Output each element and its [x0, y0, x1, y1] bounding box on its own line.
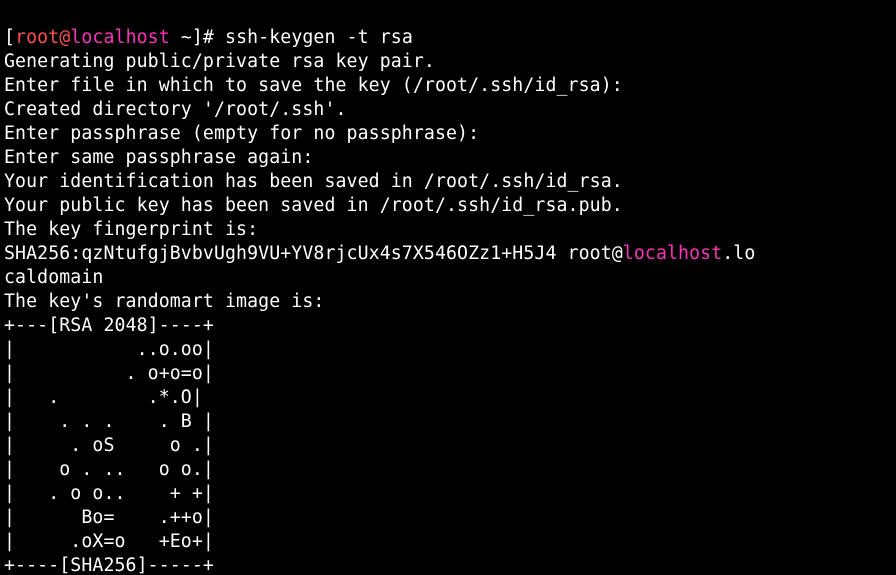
randomart-line: | . .*.O|	[4, 387, 203, 408]
randomart-line: +---[RSA 2048]----+	[4, 315, 214, 336]
output-line: Created directory '/root/.ssh'.	[4, 99, 347, 120]
terminal-output: [root@localhost ~]# ssh-keygen -t rsa Ge…	[0, 0, 896, 575]
prompt-rest: ~]#	[170, 27, 225, 48]
prompt-at: @	[59, 27, 70, 48]
randomart-line: | . o+o=o|	[4, 363, 214, 384]
randomart-line: | ..o.oo|	[4, 339, 214, 360]
randomart-line: | .oX=o +Eo+|	[4, 531, 214, 552]
prompt-host: localhost	[70, 27, 169, 48]
prompt-open: [	[4, 27, 15, 48]
output-line: Your public key has been saved in /root/…	[4, 195, 623, 216]
output-line: The key's randomart image is:	[4, 291, 324, 312]
randomart-line: | . . . . B |	[4, 411, 214, 432]
randomart-line: | Bo= .++o|	[4, 507, 214, 528]
command-text[interactable]: ssh-keygen -t rsa	[225, 27, 413, 48]
output-line: caldomain	[4, 267, 103, 288]
output-line: Enter passphrase (empty for no passphras…	[4, 123, 479, 144]
randomart-line: | o . .. o o.|	[4, 459, 214, 480]
randomart-line: | . o o.. + +|	[4, 483, 214, 504]
output-line: The key fingerprint is:	[4, 219, 258, 240]
output-line: Enter file in which to save the key (/ro…	[4, 75, 623, 96]
randomart-line: +----[SHA256]-----+	[4, 555, 214, 575]
output-line: Generating public/private rsa key pair.	[4, 51, 435, 72]
fingerprint-host: localhost	[623, 243, 722, 264]
fingerprint-post: .lo	[722, 243, 755, 264]
output-line: Enter same passphrase again:	[4, 147, 313, 168]
randomart-line: | . oS o .|	[4, 435, 214, 456]
prompt-user: root	[15, 27, 59, 48]
fingerprint-pre: SHA256:qzNtufgjBvbvUgh9VU+YV8rjcUx4s7X54…	[4, 243, 623, 264]
output-line: Your identification has been saved in /r…	[4, 171, 623, 192]
